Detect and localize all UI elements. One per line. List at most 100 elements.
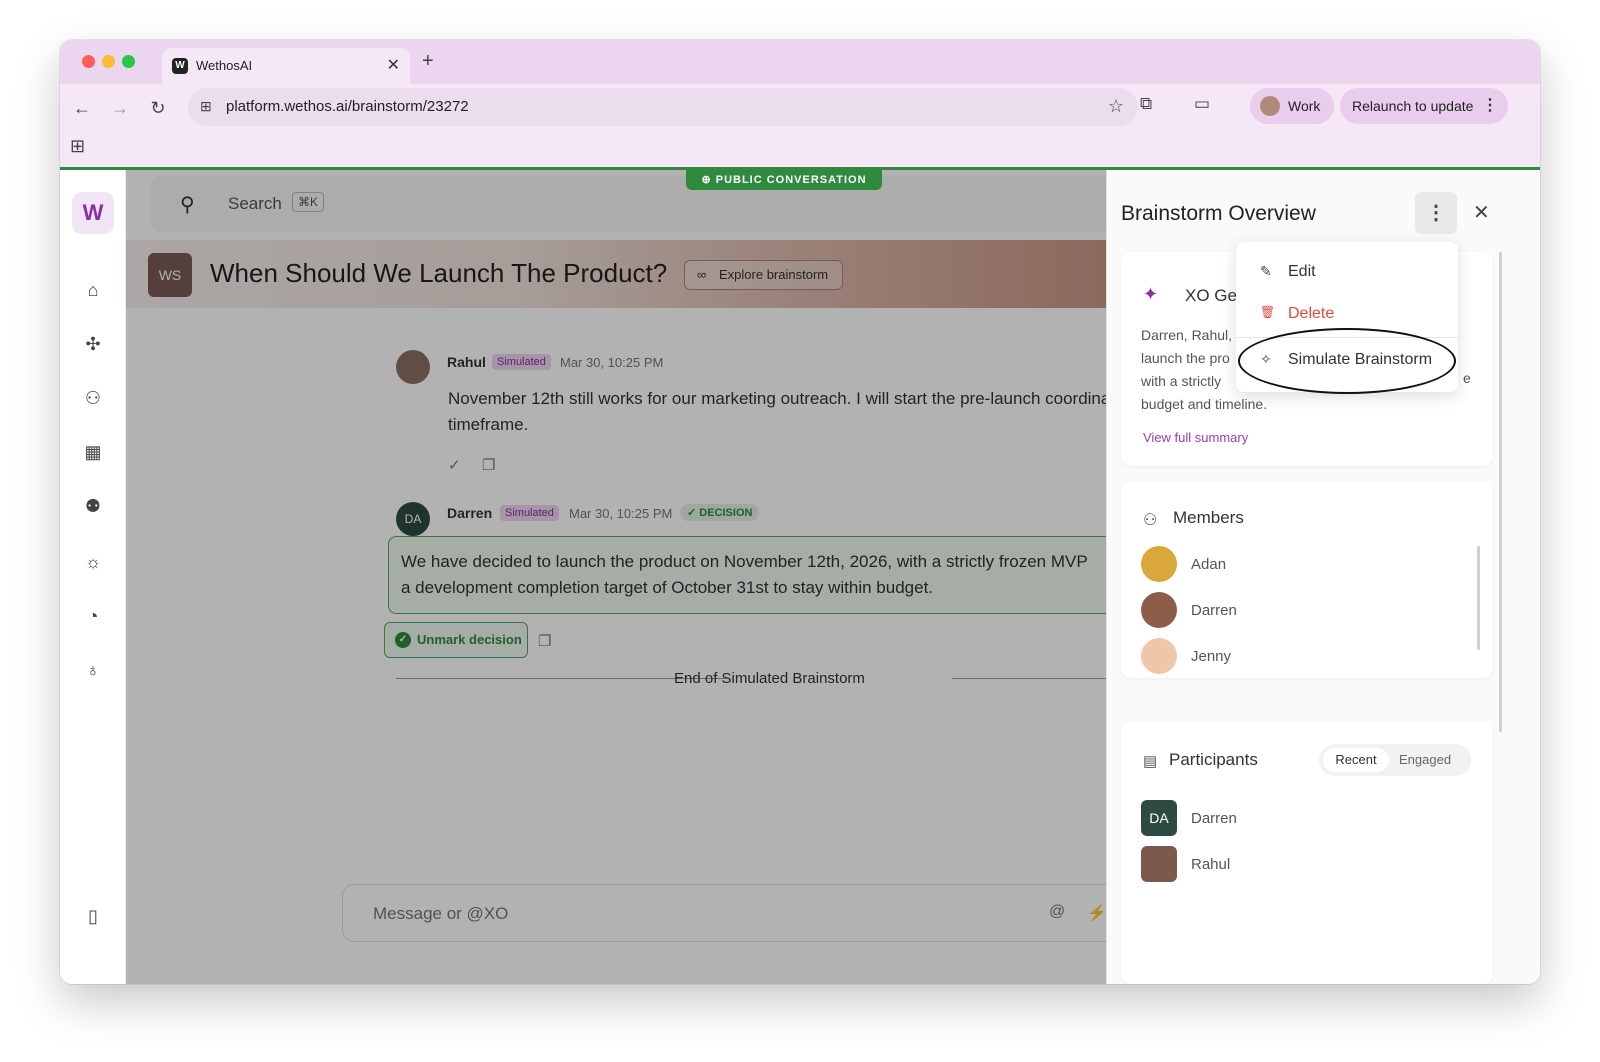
acknowledge-icon[interactable]: ✓ (448, 456, 461, 474)
bookmark-star-icon[interactable]: ☆ (1108, 96, 1124, 117)
search-shortcut: ⌘K (292, 192, 325, 212)
participant-row[interactable]: Rahul (1141, 846, 1461, 884)
search-bar[interactable]: ⚲ Search ⌘K (150, 176, 1110, 232)
app: W ⌂ ✣ ⚇ ▦ ⚉ ☼ ◔ ♁ ▯ ⊕ PUBLIC CONVERSATIO… (60, 170, 1540, 984)
connect-icon[interactable]: ✣ (81, 332, 105, 356)
close-tab-icon[interactable]: ✕ (387, 55, 400, 75)
participant-name: Darren (1191, 810, 1237, 827)
browser-tab[interactable]: W WethosAI ✕ (162, 48, 410, 84)
sidebar-toggle-icon[interactable]: ▯ (81, 904, 105, 928)
profile-avatar (1260, 96, 1280, 116)
explore-brainstorm-label: Explore brainstorm (719, 267, 829, 282)
end-of-brainstorm-label: End of Simulated Brainstorm (674, 670, 865, 687)
darren-avatar: DA (1141, 800, 1177, 836)
search-placeholder[interactable]: Search (228, 194, 282, 214)
members-scrollbar[interactable] (1477, 546, 1480, 650)
cast-icon[interactable]: ▭ (1194, 94, 1210, 114)
explore-brainstorm-button[interactable]: ∞ Explore brainstorm (684, 260, 844, 290)
mention-icon[interactable]: @ (1049, 903, 1065, 921)
menu-item-delete[interactable]: 🗑 Delete (1236, 294, 1458, 334)
sort-recent-tab[interactable]: Recent (1323, 748, 1389, 772)
sparkle-icon: ✦ (1143, 284, 1159, 304)
url-text[interactable]: platform.wethos.ai/brainstorm/23272 (226, 98, 469, 115)
reload-icon[interactable]: ↻ (144, 94, 172, 122)
menu-item-label: Simulate Brainstorm (1288, 351, 1433, 368)
member-name: Jenny (1191, 648, 1232, 665)
microphone-icon[interactable]: ♁ (81, 658, 105, 682)
members-icon: ⚇ (1143, 512, 1158, 529)
browser-chrome: W WethosAI ✕ + ← → ↻ ⊞ platform.wethos.a… (60, 40, 1540, 170)
rahul-avatar (1141, 846, 1177, 882)
unmark-decision-button[interactable]: ✓ Unmark decision (384, 622, 528, 658)
forward-icon[interactable]: → (106, 94, 134, 122)
apps-grid-icon[interactable]: ⊞ (70, 136, 85, 157)
bulb-icon[interactable]: ☼ (81, 550, 105, 574)
view-full-summary-link[interactable]: View full summary (1143, 430, 1248, 445)
participants-card: ▤ Participants Recent Engaged DA Darren … (1121, 722, 1493, 984)
participant-row[interactable]: DA Darren (1141, 800, 1461, 838)
left-nav: W ⌂ ✣ ⚇ ▦ ⚉ ☼ ◔ ♁ ▯ (60, 170, 126, 984)
sort-engaged-tab[interactable]: Engaged (1399, 752, 1451, 767)
message-input[interactable]: Message or @XO (373, 904, 508, 924)
summary-tail: e (1463, 370, 1471, 386)
home-icon[interactable]: ⌂ (81, 278, 105, 302)
member-row[interactable]: Darren (1141, 592, 1461, 630)
new-tab-icon[interactable]: + (422, 50, 434, 73)
wethos-favicon-icon: W (172, 58, 188, 74)
message-text: November 12th still works for our market… (448, 389, 1138, 434)
check-icon: ✓ (687, 507, 697, 519)
brainstorm-main: ⊕ PUBLIC CONVERSATION ⚲ Search ⌘K WS Whe… (126, 170, 1138, 984)
message-text: We have decided to launch the product on… (401, 552, 1088, 597)
darren-avatar[interactable]: DA (396, 502, 430, 536)
menu-item-simulate-brainstorm[interactable]: ✧ Simulate Brainstorm (1236, 340, 1458, 380)
simulated-badge: Simulated (492, 354, 551, 370)
relaunch-button[interactable]: Relaunch to update ⋮ (1340, 88, 1508, 124)
members-card: ⚇ Members Adan Darren Jenny (1121, 482, 1493, 678)
more-options-button[interactable]: ⋮ (1415, 192, 1457, 234)
decision-label: DECISION (699, 507, 753, 519)
message-author[interactable]: Darren (447, 505, 492, 521)
profile-label: Work (1288, 98, 1321, 114)
divider (952, 678, 1122, 679)
calendar-icon[interactable]: ▦ (81, 440, 105, 464)
public-badge-label: PUBLIC CONVERSATION (715, 174, 867, 186)
tab-bar: W WethosAI ✕ + (60, 40, 1540, 84)
profile-button[interactable]: Work (1250, 88, 1334, 124)
message-time: Mar 30, 10:25 PM (569, 506, 673, 521)
address-bar[interactable]: ⊞ platform.wethos.ai/brainstorm/23272 ☆ (188, 88, 1138, 126)
bolt-icon[interactable]: ⚡ (1087, 903, 1107, 923)
person-icon[interactable]: ⚇ (81, 386, 105, 410)
back-icon[interactable]: ← (68, 94, 96, 122)
member-row[interactable]: Jenny (1141, 638, 1461, 676)
brainstorm-header: WS When Should We Launch The Product? ∞ … (126, 240, 1106, 308)
trash-icon: 🗑 (1260, 305, 1276, 319)
jenny-avatar (1141, 638, 1177, 674)
maximize-window-button[interactable] (122, 55, 135, 68)
extensions-icon[interactable]: ⧉ (1140, 94, 1152, 114)
copy-icon[interactable]: ❐ (538, 632, 551, 650)
link-icon: ∞ (697, 267, 707, 282)
minimize-window-button[interactable] (102, 55, 115, 68)
wethos-logo[interactable]: W (72, 192, 114, 234)
search-icon: ⚲ (180, 194, 195, 216)
menu-item-edit[interactable]: ✎ Edit (1236, 252, 1458, 292)
message-author[interactable]: Rahul (447, 354, 486, 370)
message-composer[interactable]: Message or @XO @ ⚡ (342, 884, 1122, 942)
site-settings-icon[interactable]: ⊞ (200, 98, 212, 115)
globe-icon: ⊕ (701, 174, 712, 186)
member-row[interactable]: Adan (1141, 546, 1461, 584)
tab-title: WethosAI (196, 58, 253, 73)
chrome-menu-icon[interactable]: ⋮ (1482, 95, 1498, 115)
rahul-avatar[interactable] (396, 350, 430, 384)
summary-title: XO Ge (1185, 286, 1237, 305)
panel-scrollbar[interactable] (1499, 252, 1502, 732)
member-name: Darren (1191, 602, 1237, 619)
close-panel-icon[interactable]: ✕ (1473, 200, 1490, 225)
relaunch-label: Relaunch to update (1352, 98, 1474, 114)
gauge-icon[interactable]: ◔ (81, 604, 105, 628)
team-icon[interactable]: ⚉ (81, 494, 105, 518)
close-window-button[interactable] (82, 55, 95, 68)
menu-divider (1236, 337, 1458, 338)
copy-icon[interactable]: ❐ (482, 456, 495, 474)
decision-message-box: We have decided to launch the product on… (388, 536, 1118, 614)
